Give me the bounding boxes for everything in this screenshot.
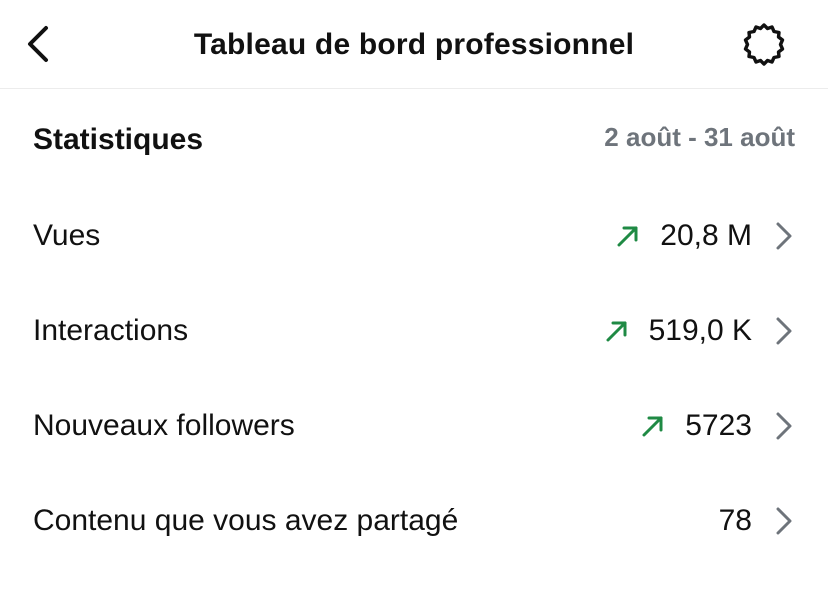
- trend-up-icon: [614, 222, 642, 250]
- trend-up-icon: [639, 412, 667, 440]
- stat-label: Interactions: [33, 314, 189, 347]
- stat-label: Contenu que vous avez partagé: [33, 504, 459, 537]
- stat-row-new-followers[interactable]: Nouveaux followers 5723: [0, 381, 828, 471]
- statistics-header: Statistiques 2 août - 31 août: [33, 112, 795, 168]
- stat-label: Vues: [33, 219, 101, 252]
- stat-row-views[interactable]: Vues 20,8 M: [0, 191, 828, 281]
- section-title: Statistiques: [33, 123, 204, 156]
- trend-up-icon: [603, 317, 631, 345]
- chevron-right-icon: [774, 316, 794, 346]
- gear-icon: [743, 23, 785, 66]
- chevron-right-icon: [774, 221, 794, 251]
- page-title: Tableau de bord professionnel: [193, 28, 635, 61]
- stat-row-interactions[interactable]: Interactions 519,0 K: [0, 286, 828, 376]
- chevron-left-icon: [28, 26, 48, 62]
- settings-button[interactable]: [736, 18, 792, 72]
- date-range[interactable]: 2 août - 31 août: [604, 122, 795, 153]
- back-button[interactable]: [16, 18, 60, 70]
- chevron-right-icon: [774, 411, 794, 441]
- stat-value: 78: [718, 504, 752, 537]
- stat-row-shared-content[interactable]: Contenu que vous avez partagé 78: [0, 476, 828, 566]
- stat-label: Nouveaux followers: [33, 409, 295, 442]
- stat-value: 20,8 M: [660, 219, 752, 252]
- stat-value: 519,0 K: [648, 314, 752, 347]
- top-bar: Tableau de bord professionnel: [0, 0, 828, 89]
- chevron-right-icon: [774, 506, 794, 536]
- stat-value: 5723: [685, 409, 752, 442]
